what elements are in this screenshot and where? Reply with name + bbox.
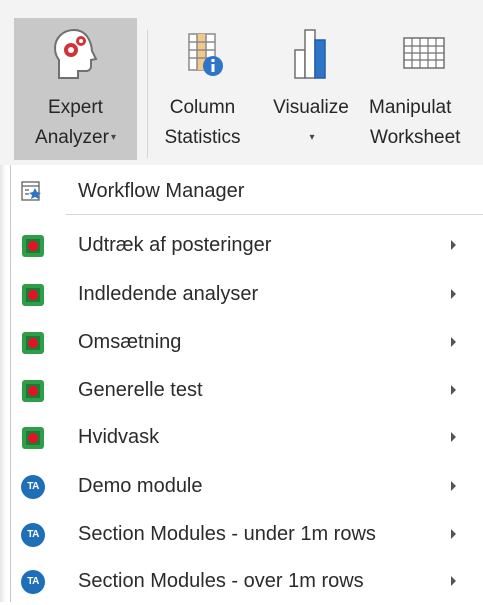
- menu-item-label: Udtræk af posteringer: [78, 234, 272, 256]
- grid-icon: [366, 26, 483, 86]
- module-icon: [21, 331, 45, 355]
- chevron-down-icon: ▾: [110, 132, 116, 143]
- module-icon: [21, 426, 45, 450]
- bar-chart-icon: [259, 26, 363, 86]
- menu-item-label: Section Modules - under 1m rows: [78, 523, 376, 545]
- column-statistics-button[interactable]: Column Statistics: [150, 18, 255, 160]
- menu-item-label: Generelle test: [78, 379, 203, 401]
- table-info-icon: [150, 26, 255, 86]
- menu-item-hvidvask[interactable]: Hvidvask: [11, 413, 471, 461]
- module-icon: [21, 379, 45, 403]
- ribbon-separator: [147, 30, 148, 158]
- manipulate-worksheet-label-line2: Worksheet: [370, 127, 461, 148]
- expert-analyzer-button[interactable]: Expert Analyzer ▾: [14, 18, 137, 160]
- menu-item-indledende-analyser[interactable]: Indledende analyser: [11, 270, 471, 318]
- head-gears-icon: [14, 26, 137, 86]
- menu-item-label: Demo module: [78, 475, 203, 497]
- column-statistics-label-line1: Column: [169, 97, 236, 118]
- menu-item-label: Indledende analyser: [78, 283, 259, 305]
- module-icon: [21, 234, 45, 258]
- menu-item-omsaetning[interactable]: Omsætning: [11, 318, 471, 366]
- manipulate-worksheet-label-line1: Manipulat: [369, 97, 452, 118]
- expert-analyzer-label-line1: Expert: [48, 97, 103, 118]
- ta-icon: TA: [21, 570, 45, 594]
- submenu-arrow-icon: [451, 289, 456, 299]
- menu-shadow: [0, 165, 6, 602]
- expert-analyzer-label-line2: Analyzer: [35, 127, 109, 149]
- menu-item-demo-module[interactable]: TA Demo module: [11, 462, 471, 510]
- menu-item-label: Hvidvask: [78, 426, 160, 448]
- chevron-down-icon: ▾: [309, 132, 315, 143]
- submenu-arrow-icon: [451, 240, 456, 250]
- submenu-arrow-icon: [451, 576, 456, 586]
- menu-item-section-modules-under-1m-rows[interactable]: TA Section Modules - under 1m rows: [11, 510, 471, 558]
- ta-icon: TA: [21, 475, 45, 499]
- submenu-arrow-icon: [451, 337, 456, 347]
- module-icon: [21, 283, 45, 307]
- column-statistics-label-line2: Statistics: [164, 127, 241, 148]
- menu-item-label: Workflow Manager: [78, 180, 245, 202]
- menu-item-label: Omsætning: [78, 331, 182, 353]
- menu-divider: [66, 214, 483, 215]
- menu-item-udtraek-af-posteringer[interactable]: Udtræk af posteringer: [11, 221, 471, 269]
- menu-item-section-modules-over-1m-rows[interactable]: TA Section Modules - over 1m rows: [11, 557, 471, 605]
- ta-icon: TA: [21, 523, 45, 547]
- workflow-icon: [21, 180, 45, 204]
- manipulate-worksheet-button[interactable]: Manipulat Worksheet: [366, 18, 483, 160]
- menu-item-workflow-manager[interactable]: Workflow Manager: [11, 167, 471, 215]
- menu-item-generelle-test[interactable]: Generelle test: [11, 366, 471, 414]
- submenu-arrow-icon: [451, 432, 456, 442]
- visualize-button[interactable]: Visualize ▾: [259, 18, 363, 160]
- submenu-arrow-icon: [451, 385, 456, 395]
- ribbon: Expert Analyzer ▾ Column Statistics Visu…: [0, 0, 483, 165]
- menu-item-label: Section Modules - over 1m rows: [78, 570, 364, 592]
- visualize-label: Visualize: [273, 97, 349, 118]
- submenu-arrow-icon: [451, 481, 456, 491]
- submenu-arrow-icon: [451, 529, 456, 539]
